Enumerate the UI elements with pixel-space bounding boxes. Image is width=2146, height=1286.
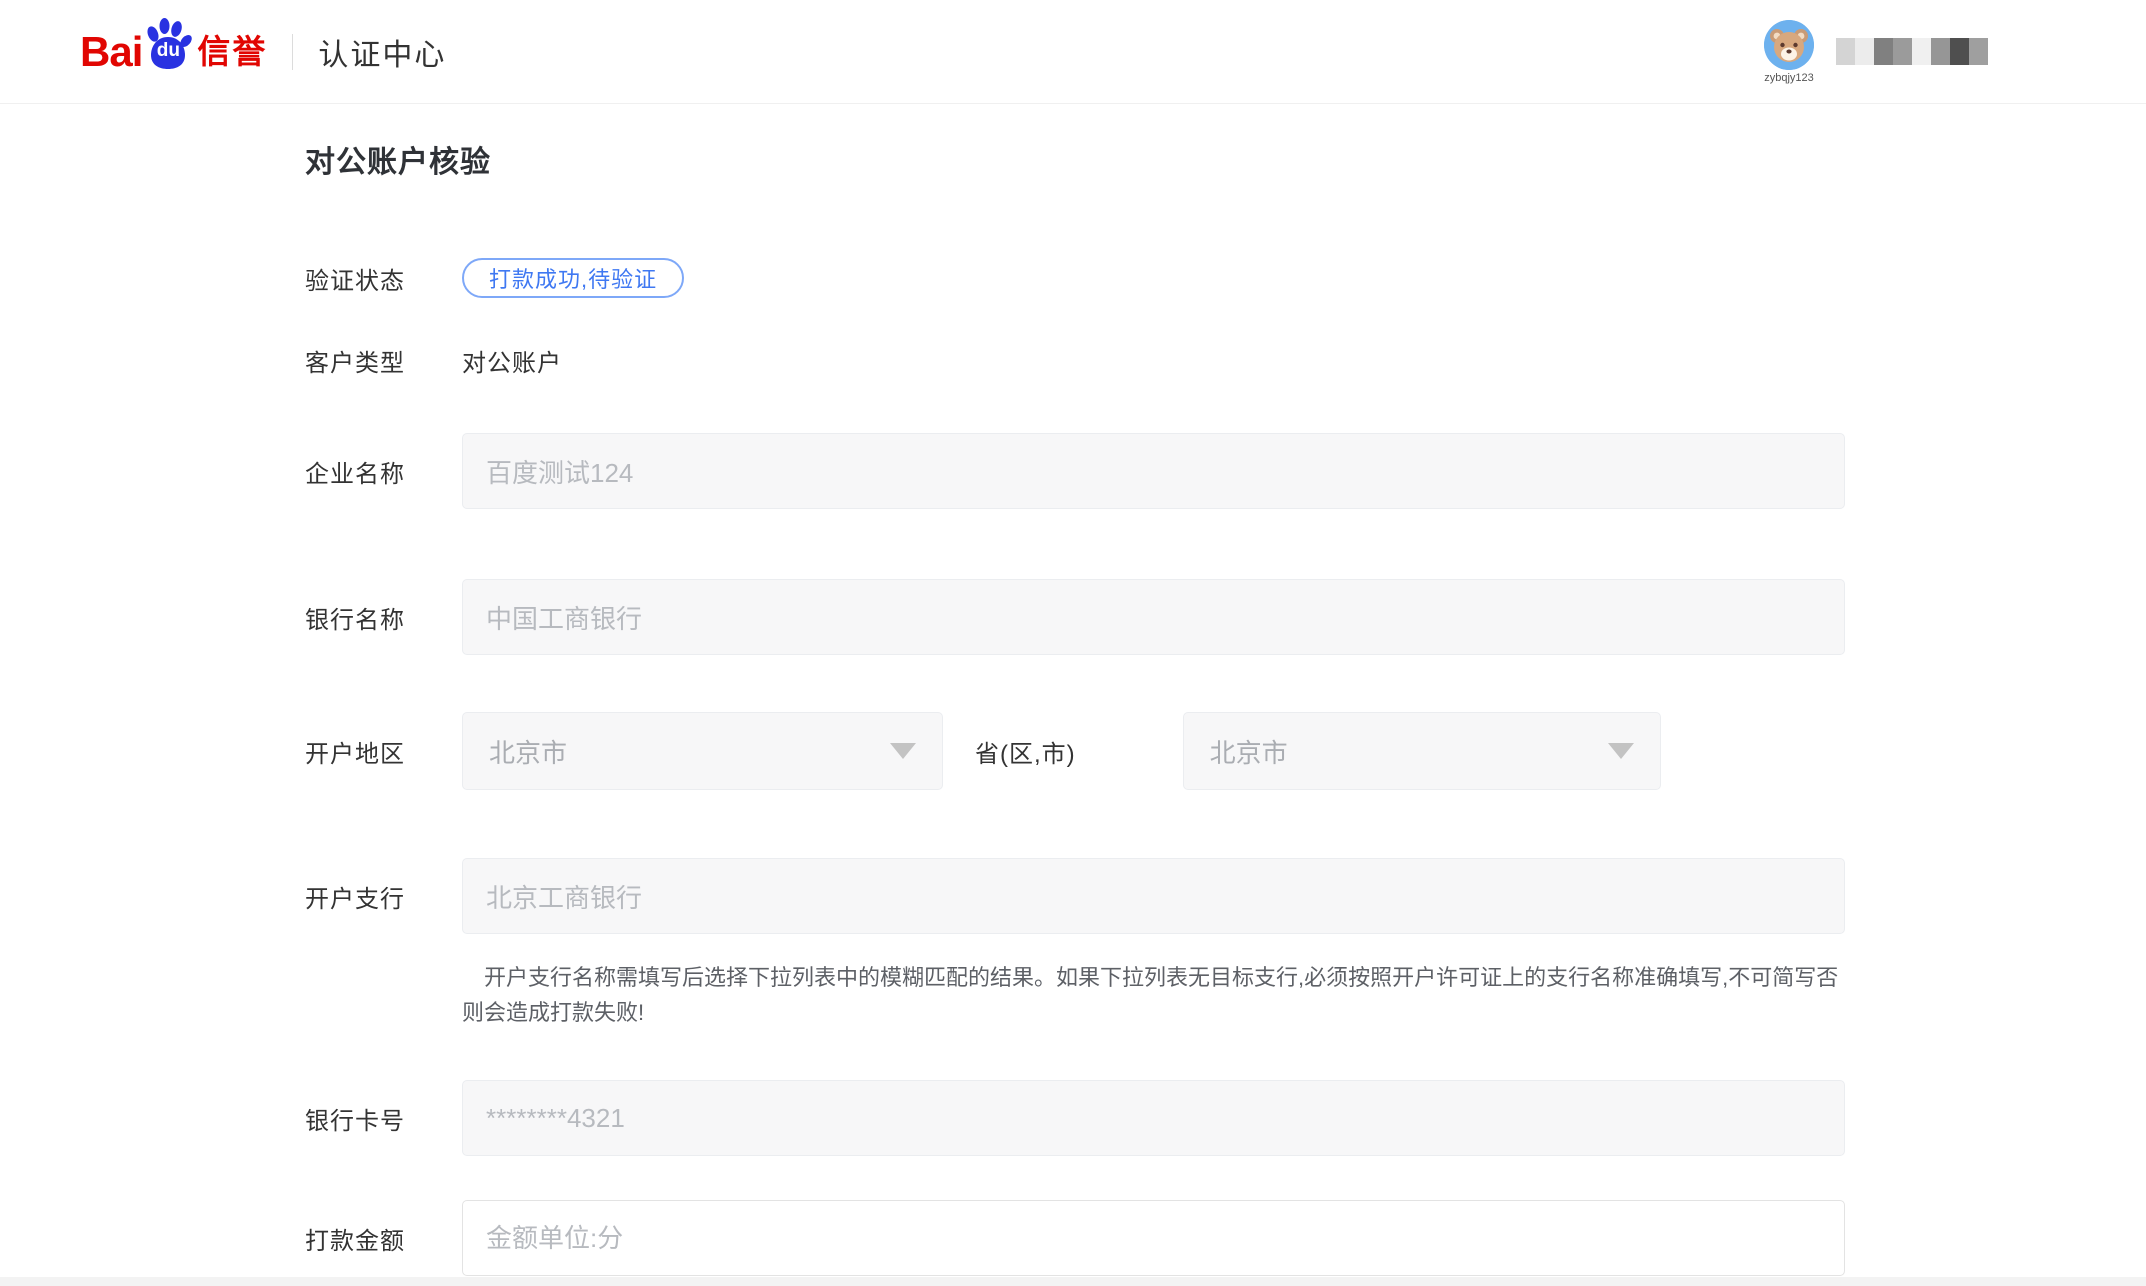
logo-text-du: du (157, 41, 180, 60)
payment-amount-input[interactable] (462, 1200, 1845, 1276)
company-name-row: 企业名称 (305, 433, 2146, 509)
baidu-paw-icon: du (143, 17, 193, 73)
baidu-xinyu-logo[interactable]: Bai du 信誉 (80, 31, 267, 73)
caret-down-icon (1608, 743, 1634, 759)
bank-branch-label: 开户支行 (305, 879, 462, 914)
province-select[interactable]: 北京市 (462, 712, 943, 790)
payment-amount-label: 打款金额 (305, 1221, 462, 1256)
main-content: 对公账户核验 验证状态 打款成功,待验证 客户类型 对公账户 企业名称 银行名称… (0, 145, 2146, 1276)
bottom-edge-strip (0, 1277, 2146, 1286)
username-text: zybqjy123 (1764, 72, 1814, 84)
account-region-row: 开户地区 北京市 省(区,市) 北京市 (305, 712, 2146, 790)
bank-branch-row: 开户支行 (305, 858, 2146, 934)
account-region-label: 开户地区 (305, 734, 462, 769)
status-badge: 打款成功,待验证 (462, 258, 684, 298)
bank-name-label: 银行名称 (305, 600, 462, 635)
city-select[interactable]: 北京市 (1183, 712, 1661, 790)
card-number-label: 银行卡号 (305, 1101, 462, 1136)
header-title: 认证中心 (318, 30, 446, 74)
page-title: 对公账户核验 (305, 145, 2146, 181)
card-number-input (462, 1080, 1845, 1156)
region-middle-label: 省(区,市) (975, 734, 1076, 769)
bank-branch-input (462, 858, 1845, 934)
verify-status-row: 验证状态 打款成功,待验证 (305, 258, 2146, 298)
header-divider (292, 34, 293, 70)
company-name-input (462, 433, 1845, 509)
user-avatar-block[interactable]: zybqjy123 (1764, 20, 1814, 84)
city-select-value: 北京市 (1210, 733, 1288, 770)
logo-text-bai: Bai (80, 31, 142, 73)
customer-type-row: 客户类型 对公账户 (305, 345, 2146, 375)
bear-avatar-icon[interactable] (1764, 20, 1814, 70)
logo-text-xinyu: 信誉 (197, 35, 267, 68)
bank-name-input (462, 579, 1845, 655)
caret-down-icon (890, 743, 916, 759)
bank-name-row: 银行名称 (305, 579, 2146, 655)
card-number-row: 银行卡号 (305, 1080, 2146, 1156)
payment-amount-row: 打款金额 (305, 1200, 2146, 1276)
top-header: Bai du 信誉 认证中心 (0, 0, 2146, 104)
customer-type-value: 对公账户 (462, 343, 562, 378)
user-area: zybqjy123 (1764, 20, 1988, 84)
verify-status-label: 验证状态 (305, 261, 462, 296)
branch-note-text: 开户支行名称需填写后选择下拉列表中的模糊匹配的结果。如果下拉列表无目标支行,必须… (462, 960, 1852, 1030)
redacted-user-info (1836, 38, 1988, 65)
customer-type-label: 客户类型 (305, 343, 462, 378)
brand-area: Bai du 信誉 认证中心 (80, 30, 446, 74)
province-select-value: 北京市 (489, 733, 567, 770)
company-name-label: 企业名称 (305, 454, 462, 489)
